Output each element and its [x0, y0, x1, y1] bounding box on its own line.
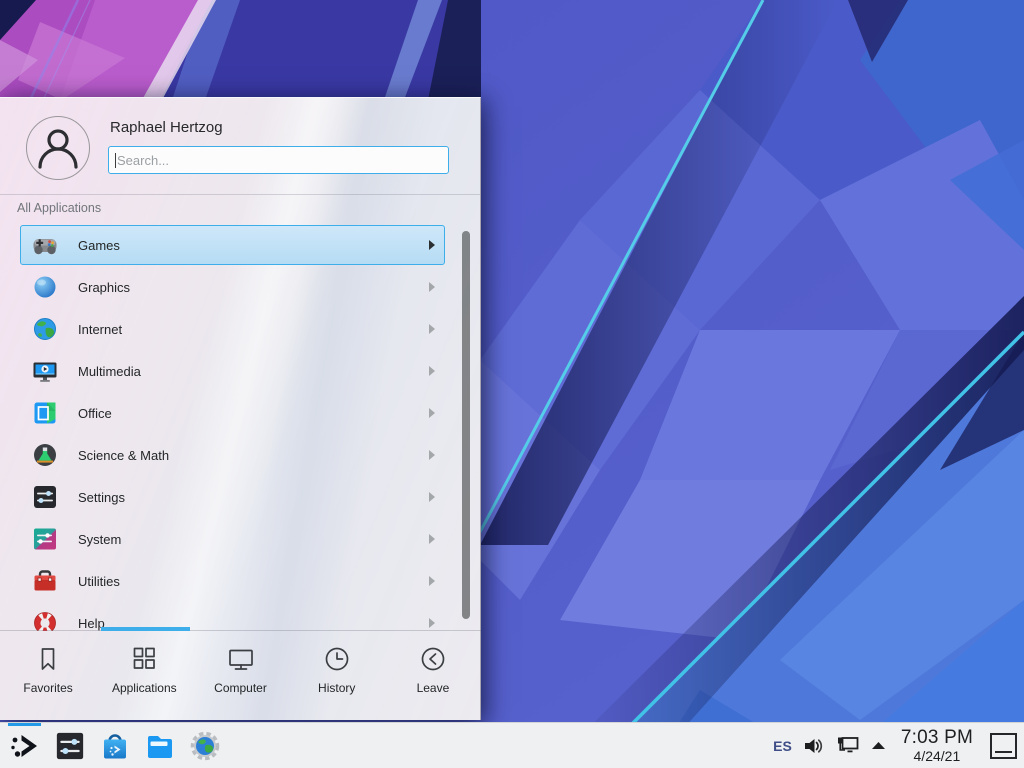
globe-icon [31, 315, 59, 343]
menu-item-settings[interactable]: Settings [0, 476, 481, 518]
expand-tray-arrow-icon[interactable] [871, 741, 886, 750]
submenu-arrow-icon [429, 492, 435, 502]
paint-sphere-icon [31, 273, 59, 301]
section-label: All Applications [17, 201, 101, 215]
submenu-arrow-icon [429, 408, 435, 418]
submenu-arrow-icon [429, 618, 435, 628]
bookmark-icon [33, 644, 63, 674]
text-caret [115, 153, 116, 168]
menu-item-system[interactable]: System [0, 518, 481, 560]
clock-date: 4/24/21 [901, 749, 973, 763]
settings-sliders-icon [54, 730, 86, 762]
application-launcher-button[interactable] [2, 723, 47, 768]
menu-item-internet[interactable]: Internet [0, 308, 481, 350]
show-desktop-button[interactable] [990, 733, 1017, 759]
menu-item-utilities[interactable]: Utilities [0, 560, 481, 602]
system-settings-button[interactable] [47, 723, 92, 768]
submenu-arrow-icon [429, 534, 435, 544]
user-icon [27, 117, 89, 179]
media-screen-icon [31, 357, 59, 385]
menu-item-games[interactable]: Games [0, 224, 481, 266]
active-tab-indicator [101, 627, 190, 631]
user-avatar[interactable] [26, 116, 90, 180]
globe-gear-icon [189, 730, 221, 762]
tab-history[interactable]: History [289, 631, 385, 720]
file-manager-button[interactable] [137, 723, 182, 768]
kali-logo-icon [8, 729, 42, 763]
submenu-arrow-icon [429, 324, 435, 334]
application-category-list: Games Graphics Internet [0, 224, 481, 631]
search-field [108, 146, 449, 174]
active-task-indicator [8, 723, 41, 726]
folder-icon [144, 730, 176, 762]
keyboard-layout-indicator[interactable]: ES [773, 738, 792, 754]
shopping-bag-icon [99, 730, 131, 762]
user-name: Raphael Hertzog [110, 119, 223, 136]
submenu-arrow-icon [429, 282, 435, 292]
application-launcher-menu: Raphael Hertzog All Applications [0, 97, 481, 720]
digital-clock[interactable]: 7:03 PM 4/24/21 [901, 728, 973, 763]
menu-scrollbar[interactable] [462, 231, 470, 619]
system-sliders-icon [31, 525, 59, 553]
tab-leave[interactable]: Leave [385, 631, 481, 720]
submenu-arrow-icon [429, 240, 435, 250]
tab-applications[interactable]: Applications [96, 631, 192, 720]
launcher-tab-bar: Favorites Applications Computer [0, 630, 481, 720]
clock-icon [322, 644, 352, 674]
menu-item-office[interactable]: Office [0, 392, 481, 434]
taskbar: ES [0, 722, 1024, 768]
tab-favorites[interactable]: Favorites [0, 631, 96, 720]
sliders-icon [31, 483, 59, 511]
menu-item-multimedia[interactable]: Multimedia [0, 350, 481, 392]
gamepad-icon [31, 231, 59, 259]
software-center-button[interactable] [92, 723, 137, 768]
menu-item-help[interactable]: Help [0, 602, 481, 631]
grid-icon [129, 644, 159, 674]
leave-icon [418, 644, 448, 674]
desktop: Raphael Hertzog All Applications [0, 0, 1024, 768]
header-separator [0, 194, 480, 195]
flask-icon [31, 441, 59, 469]
network-icon[interactable] [836, 736, 860, 756]
clock-time: 7:03 PM [901, 728, 973, 747]
submenu-arrow-icon [429, 576, 435, 586]
menu-item-science-math[interactable]: Science & Math [0, 434, 481, 476]
launcher-header: Raphael Hertzog [0, 98, 480, 194]
submenu-arrow-icon [429, 366, 435, 376]
toolbox-icon [31, 567, 59, 595]
system-tray: ES [773, 728, 1024, 763]
menu-item-graphics[interactable]: Graphics [0, 266, 481, 308]
web-browser-button[interactable] [182, 723, 227, 768]
search-input[interactable] [109, 147, 448, 173]
volume-icon[interactable] [803, 736, 825, 756]
monitor-icon [226, 644, 256, 674]
tab-computer[interactable]: Computer [192, 631, 288, 720]
office-document-icon [31, 399, 59, 427]
submenu-arrow-icon [429, 450, 435, 460]
lifebuoy-icon [31, 609, 59, 631]
